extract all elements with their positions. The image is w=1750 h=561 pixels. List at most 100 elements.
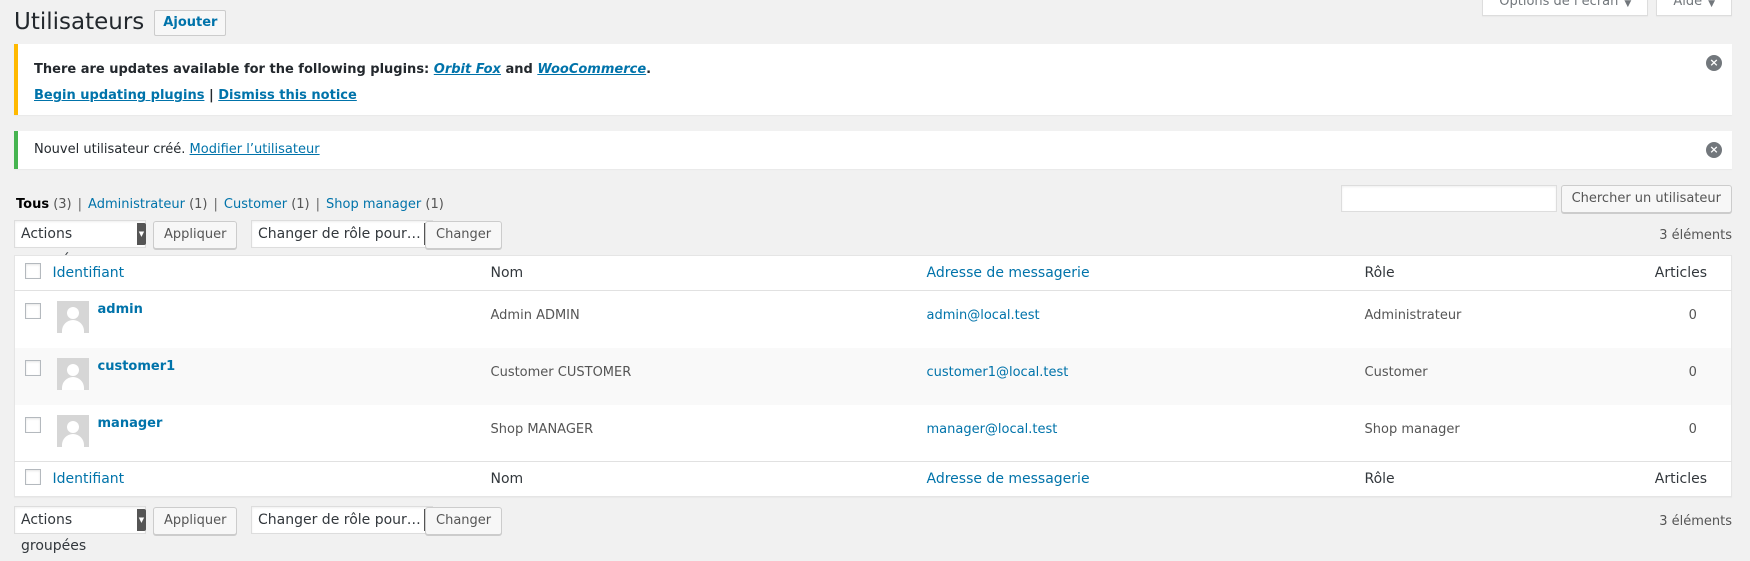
view-customer[interactable]: Customer (1) — [224, 197, 310, 212]
chevron-down-icon: ▼ — [1708, 0, 1715, 9]
update-notice-prefix: There are updates available for the foll… — [34, 62, 434, 77]
change-role-button[interactable]: Changer — [425, 221, 503, 249]
edit-user-link[interactable]: Modifier l’utilisateur — [190, 142, 320, 157]
column-name: Nom — [490, 255, 927, 291]
table-header-row: Identifiant Nom Adresse de messagerie Rô… — [14, 255, 1732, 291]
sort-username-link[interactable]: Identifiant — [53, 471, 125, 487]
chevron-down-icon: ▼ — [137, 509, 146, 531]
view-separator: | — [213, 197, 218, 212]
column-posts: Articles — [1654, 461, 1732, 497]
items-count: 3 éléments — [1659, 228, 1732, 243]
role-cell: Shop manager — [1364, 421, 1460, 437]
username-link[interactable]: admin — [98, 302, 143, 317]
dismiss-notice-link[interactable]: Dismiss this notice — [218, 88, 357, 103]
user-search-box: Chercher un utilisateur — [1340, 185, 1732, 213]
bulk-actions-select[interactable]: Actions groupées ▼ — [14, 506, 146, 554]
column-email: Adresse de messagerie — [926, 255, 1365, 291]
view-all[interactable]: Tous (3) — [16, 197, 72, 212]
row-checkbox-cell — [15, 348, 53, 405]
view-shop-manager[interactable]: Shop manager (1) — [326, 197, 444, 212]
view-administrator-count: (1) — [189, 197, 208, 212]
view-customer-label[interactable]: Customer — [224, 197, 287, 212]
username-link[interactable]: customer1 — [98, 359, 176, 374]
change-role-select[interactable]: Changer de rôle pour… ▼ — [251, 220, 433, 248]
role-filter-views: Tous (3) | Administrateur (1) | Customer… — [16, 197, 444, 212]
plugin-link-woocommerce[interactable]: WooCommerce — [537, 62, 646, 77]
default-avatar-icon — [56, 357, 89, 390]
items-count: 3 éléments — [1659, 514, 1732, 529]
email-cell: manager@local.test — [927, 405, 1365, 462]
apply-button[interactable]: Appliquer — [153, 507, 238, 535]
update-notice-and: and — [500, 62, 538, 77]
plugin-link-orbit-fox[interactable]: Orbit Fox — [434, 62, 501, 77]
bulk-actions-select[interactable]: Actions groupées ▼ — [14, 220, 146, 268]
username-link[interactable]: manager — [98, 416, 163, 431]
sort-email-link[interactable]: Adresse de messagerie — [927, 471, 1090, 487]
bulk-actions-value: Actions groupées — [21, 512, 87, 554]
posts-cell: 0 — [1688, 308, 1697, 323]
name-cell: Customer CUSTOMER — [490, 364, 632, 380]
begin-updating-link[interactable]: Begin updating plugins — [34, 88, 204, 103]
row-checkbox-cell — [15, 291, 53, 348]
add-user-button[interactable]: Ajouter — [154, 9, 227, 36]
screen-options-label: Options de l’écran — [1499, 0, 1619, 9]
column-name: Nom — [490, 461, 927, 497]
update-notice-text: There are updates available for the foll… — [34, 62, 651, 77]
column-username: Identifiant — [52, 255, 491, 291]
select-all-checkbox[interactable] — [25, 469, 41, 485]
column-role: Rôle — [1364, 255, 1655, 291]
row-checkbox[interactable] — [25, 416, 41, 433]
change-role-select[interactable]: Changer de rôle pour… ▼ — [251, 506, 433, 534]
notice-separator: | — [204, 88, 219, 103]
search-users-button[interactable]: Chercher un utilisateur — [1560, 185, 1732, 213]
column-posts: Articles — [1654, 255, 1732, 291]
change-role-value: Changer de rôle pour… — [258, 226, 421, 242]
username-cell: admin — [53, 291, 491, 348]
row-checkbox[interactable] — [25, 359, 41, 376]
email-link[interactable]: admin@local.test — [927, 308, 1040, 323]
username-cell: manager — [53, 405, 491, 462]
update-notice-period: . — [646, 62, 652, 77]
apply-button[interactable]: Appliquer — [153, 221, 238, 249]
table-row: customer1 Customer CUSTOMER customer1@lo… — [14, 347, 1732, 405]
default-avatar-icon — [56, 301, 89, 333]
close-circle-icon[interactable]: × — [1706, 55, 1722, 71]
view-administrator-label[interactable]: Administrateur — [88, 197, 185, 212]
view-administrator[interactable]: Administrateur (1) — [88, 197, 207, 212]
email-link[interactable]: manager@local.test — [927, 422, 1058, 437]
page-title: Utilisateurs — [14, 9, 145, 35]
name-cell: Shop MANAGER — [490, 421, 594, 437]
email-link[interactable]: customer1@local.test — [927, 365, 1069, 380]
row-checkbox-cell — [15, 405, 53, 462]
default-avatar-icon — [56, 414, 89, 447]
close-circle-icon[interactable]: × — [1706, 142, 1722, 158]
email-cell: admin@local.test — [927, 291, 1365, 348]
name-cell: Admin ADMIN — [490, 308, 580, 323]
view-customer-count: (1) — [291, 197, 310, 212]
help-button[interactable]: Aide ▼ — [1656, 0, 1732, 16]
users-table: Identifiant Nom Adresse de messagerie Rô… — [14, 255, 1732, 497]
screen-options-button[interactable]: Options de l’écran ▼ — [1482, 0, 1649, 16]
sort-email-link[interactable]: Adresse de messagerie — [927, 265, 1090, 281]
view-shop-manager-count: (1) — [425, 197, 444, 212]
tablenav-bottom: Actions groupées ▼ Appliquer Changer de … — [14, 506, 1732, 554]
table-footer-row: Identifiant Nom Adresse de messagerie Rô… — [14, 461, 1732, 497]
table-row: admin Admin ADMIN admin@local.test Admin… — [15, 291, 1732, 348]
change-role-button[interactable]: Changer — [425, 507, 503, 535]
help-label: Aide — [1673, 0, 1703, 9]
chevron-down-icon: ▼ — [137, 223, 146, 245]
view-shop-manager-label[interactable]: Shop manager — [326, 197, 421, 212]
column-email: Adresse de messagerie — [926, 461, 1365, 497]
view-separator: | — [315, 197, 320, 212]
update-notice-actions: Begin updating plugins | Dismiss this no… — [34, 88, 357, 103]
user-created-notice: Nouvel utilisateur créé. Modifier l’util… — [14, 131, 1732, 169]
select-all-checkbox[interactable] — [25, 263, 41, 279]
plugin-update-notice: There are updates available for the foll… — [14, 44, 1732, 115]
sort-username-link[interactable]: Identifiant — [53, 265, 125, 281]
username-cell: customer1 — [53, 348, 491, 405]
view-all-count: (3) — [53, 197, 72, 212]
row-checkbox[interactable] — [25, 303, 41, 319]
search-input[interactable] — [1340, 185, 1557, 212]
posts-cell: 0 — [1688, 421, 1697, 437]
role-cell: Administrateur — [1364, 308, 1462, 323]
